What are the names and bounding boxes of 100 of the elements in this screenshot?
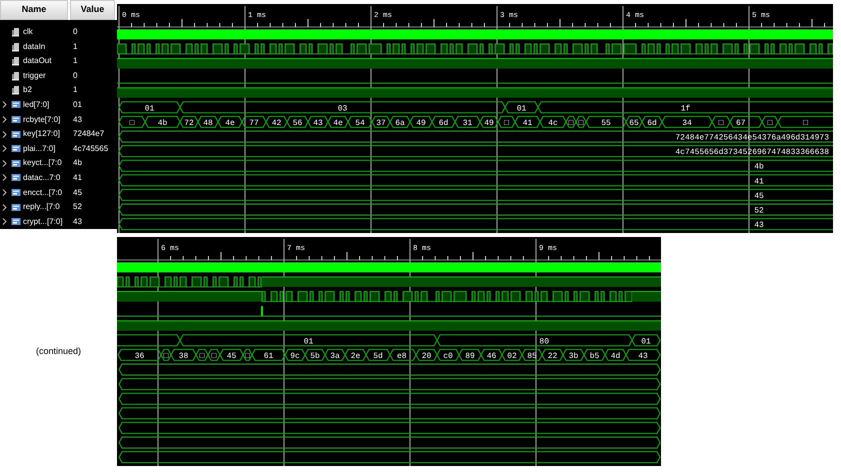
signal-name[interactable]: reply...[7:0 [23, 203, 60, 212]
bus-segment [541, 348, 564, 361]
signal-name[interactable]: datac...7:0 [23, 174, 60, 182]
bus-value: 4d [610, 352, 620, 361]
signal-name[interactable]: dataOut [23, 57, 52, 66]
signal-name[interactable]: key[127:0] [23, 130, 60, 138]
bus-value: 80 [539, 337, 549, 346]
bus-segment [562, 348, 585, 361]
bus-value: 65 [629, 118, 639, 128]
bus-value: e8 [397, 352, 407, 361]
continued-caption: (continued) [36, 344, 82, 358]
bus-segment [409, 116, 433, 128]
bus-value: 49 [484, 118, 494, 128]
bus-value: 2e [350, 352, 360, 361]
bus-value: 54 [355, 118, 365, 128]
signal-icon [11, 85, 20, 96]
bus-segment [480, 348, 503, 361]
chevron-icon[interactable] [2, 174, 7, 182]
bus-segment [265, 116, 288, 128]
bus-segment [436, 348, 460, 361]
bus-value: 01 [641, 337, 651, 346]
bus-value: 49 [416, 118, 426, 128]
signal-value: 41 [72, 174, 82, 182]
bus-segment [514, 116, 541, 128]
signal-icon [11, 56, 20, 66]
signal-value: 52 [72, 203, 82, 212]
bus-segment [286, 116, 309, 128]
bus-segment [389, 348, 417, 361]
bus-value: 4e [333, 118, 343, 128]
column-header[interactable]: Name [0, 0, 68, 20]
bus-segment [365, 348, 391, 361]
signal-value: 4b [72, 159, 82, 168]
bus-value: □ [718, 118, 724, 128]
signal-value: 4c745565 [72, 144, 108, 153]
signal-icon [11, 70, 20, 81]
bus-value: 37 [376, 118, 386, 128]
chevron-icon[interactable] [2, 204, 7, 211]
bus-segment [197, 116, 219, 128]
bus-segment [241, 116, 267, 128]
signal-name[interactable]: keyct...[7:0 [23, 159, 62, 168]
chevron-icon[interactable] [2, 189, 7, 196]
high-level-trace [632, 291, 661, 302]
bus-value: 9c [290, 352, 300, 361]
bus-value: 77 [249, 118, 259, 128]
bus-value: □ [212, 352, 216, 361]
signal-name[interactable]: rcbyte[7:0] [23, 116, 60, 124]
bus-segment [389, 116, 411, 128]
signal-value: 45 [72, 188, 82, 197]
signal-value: 1 [72, 86, 78, 94]
signal-name[interactable]: led[7:0] [23, 100, 50, 109]
signal-icon [11, 26, 20, 37]
bus-segment [431, 116, 456, 128]
bus-segment [344, 348, 367, 361]
signal-name[interactable]: crypt...[7:0] [23, 218, 63, 226]
column-header[interactable]: Value [70, 0, 115, 20]
chevron-icon[interactable] [2, 116, 7, 124]
chevron-icon[interactable] [2, 160, 7, 167]
bus-value: 67 [736, 118, 746, 128]
bus-icon [10, 115, 20, 124]
bus-value: 5b [310, 352, 320, 361]
bus-value: 34 [682, 118, 692, 128]
bus-value: 43 [313, 118, 323, 128]
bus-segment [415, 348, 438, 361]
signal-value: 1 [72, 42, 78, 51]
bus-segment [324, 348, 346, 361]
bus-icon [10, 202, 20, 212]
bus-value: 6a [395, 118, 405, 128]
bus-value: 1f [680, 104, 690, 114]
bus-value: 3b [568, 352, 578, 361]
signal-name[interactable]: trigger [23, 72, 46, 80]
bus-segment [458, 348, 482, 361]
bus-value: □ [568, 118, 574, 128]
signal-value: 0 [72, 28, 78, 36]
signal-value: 1 [72, 57, 78, 66]
chevron-icon[interactable] [2, 145, 7, 152]
chevron-icon[interactable] [2, 101, 7, 108]
chevron-icon[interactable] [2, 218, 7, 226]
bus-value: □ [164, 352, 168, 361]
bus-value: □ [578, 118, 584, 128]
bus-value: 72 [184, 118, 194, 128]
bus-value: 52 [754, 206, 764, 216]
bus-value: 43 [754, 221, 764, 230]
signal-name[interactable]: dataIn [23, 42, 46, 51]
bus-value: 02 [507, 352, 517, 361]
bus-icon [10, 100, 20, 110]
signal-name[interactable]: clk [23, 28, 33, 36]
chevron-icon[interactable] [2, 130, 7, 138]
bus-segment [217, 116, 243, 128]
signal-name[interactable]: b2 [23, 86, 32, 94]
bus-value: 45 [226, 352, 236, 361]
bus-segment [118, 116, 146, 128]
bus-value: 41 [522, 118, 532, 128]
signal-name[interactable]: plai...7:0] [23, 144, 56, 153]
bus-value: 5d [373, 352, 383, 361]
signal-name[interactable]: encct...[7:0 [23, 188, 62, 197]
bus-value: 03 [338, 104, 348, 114]
bus-segment [307, 116, 329, 128]
bus-value: 6d [438, 118, 448, 128]
bus-value: 01 [516, 104, 526, 114]
bus-icon [10, 130, 20, 139]
